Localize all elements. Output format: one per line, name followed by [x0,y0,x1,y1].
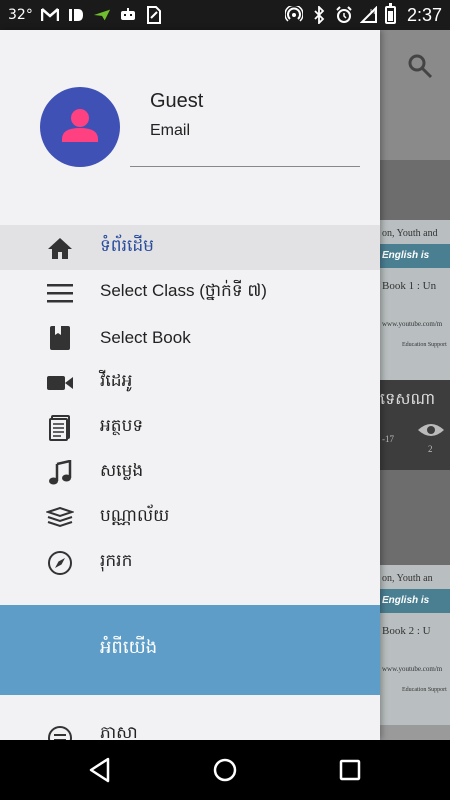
status-bar: 32° H 2:37 [0,0,450,30]
signal-icon: H [359,6,378,24]
book-icon [46,324,74,352]
drawer-menu: ទំព័រដើម Select Class (ថ្នាក់ទី ៧) Selec… [0,225,380,585]
system-nav-bar [0,740,450,800]
navigation-drawer: Guest Email ទំព័រដើម Select Class (ថ្នាក… [0,30,380,740]
language-icon [48,726,72,740]
menu-item-audio[interactable]: សម្លេង [0,450,380,495]
menu-item-language[interactable]: ភាសា [0,720,380,740]
video-card-1[interactable]: on, Youth and English is Book 1 : Un www… [380,220,450,470]
hotspot-icon [284,6,303,24]
home-button-icon[interactable] [211,756,239,784]
temperature: 32° [8,7,33,23]
user-email: Email [150,122,191,139]
menu-item-home[interactable]: ទំព័រដើម [0,225,380,270]
eye-icon [418,424,444,436]
bluetooth-icon [310,6,328,24]
menu-item-select-class[interactable]: Select Class (ថ្នាក់ទី ៧) [0,270,380,315]
menu-item-library[interactable]: បណ្ណាល័យ [0,495,380,540]
battery-icon [384,3,396,24]
recents-icon[interactable] [336,756,364,784]
menu-item-article[interactable]: អត្ថបទ [0,405,380,450]
person-icon [62,109,98,142]
gmail-icon [40,6,59,24]
home-icon [46,234,74,262]
robot-icon [119,6,137,24]
divider [130,166,360,167]
menu-lines-icon [46,279,74,307]
drawer-header: Guest Email [0,30,380,225]
svg-text:H: H [370,8,375,16]
music-icon [46,459,74,487]
video-icon [46,369,74,397]
compass-icon [46,549,74,577]
paper-plane-icon [93,6,111,24]
back-icon[interactable] [86,756,114,784]
about-us-item[interactable]: អំពីយើង [0,605,380,695]
article-icon [46,414,74,442]
alarm-icon [335,6,353,24]
user-name: Guest [150,90,204,112]
search-icon[interactable] [406,52,434,80]
library-icon [46,504,74,532]
id-icon [67,6,85,24]
clock: 2:37 [406,4,442,25]
sim-icon [145,6,163,24]
menu-item-explore[interactable]: រុករក [0,540,380,585]
menu-item-video[interactable]: វីដេអូ [0,360,380,405]
menu-item-select-book[interactable]: Select Book [0,315,380,360]
video-card-2[interactable]: on, Youth an English is Book 2 : U www.y… [380,565,450,740]
avatar[interactable] [40,87,120,167]
